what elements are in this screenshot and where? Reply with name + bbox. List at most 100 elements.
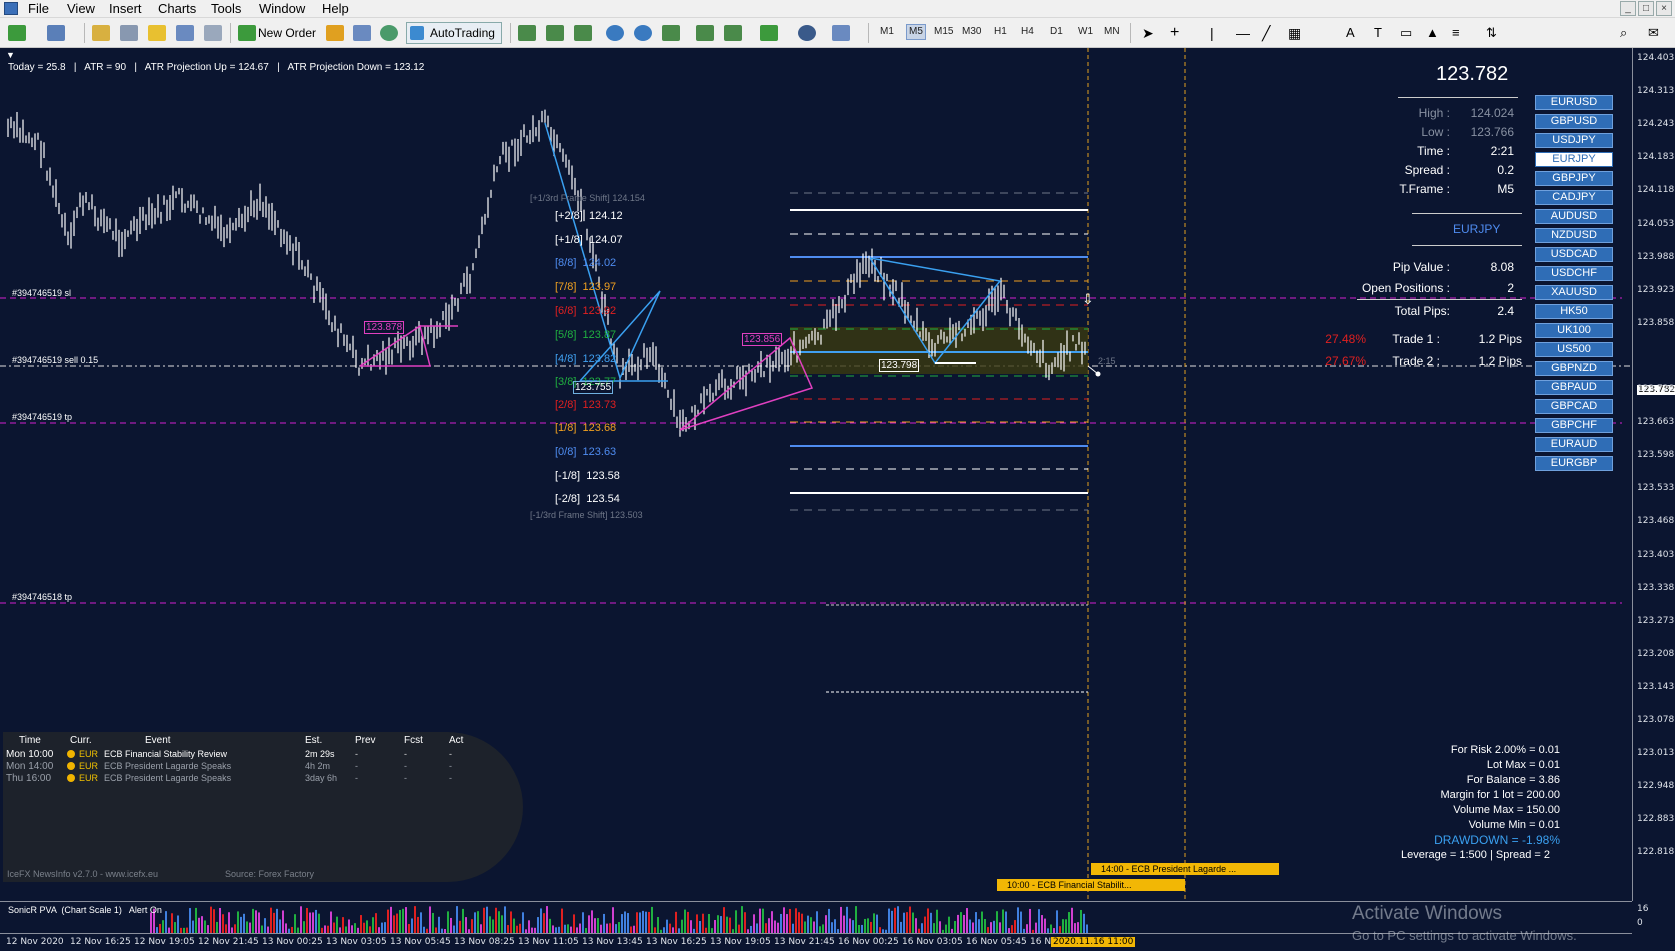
symbol-button-usdjpy[interactable]: USDJPY	[1535, 133, 1613, 148]
bar-chart-icon[interactable]	[518, 25, 536, 41]
signals-icon[interactable]	[353, 25, 371, 41]
symbol-button-eurusd[interactable]: EURUSD	[1535, 95, 1613, 110]
menu-insert[interactable]: Insert	[109, 1, 142, 16]
close-button[interactable]: ×	[1656, 1, 1672, 16]
symbol-button-usdchf[interactable]: USDCHF	[1535, 266, 1613, 281]
text-label-icon[interactable]: T	[1374, 22, 1382, 44]
spread-label: Spread :	[1404, 163, 1450, 177]
search-icon[interactable]: ⌕	[1620, 22, 1627, 44]
market-icon[interactable]	[380, 25, 398, 41]
symbol-button-us500[interactable]: US500	[1535, 342, 1613, 357]
symbol-button-uk100[interactable]: UK100	[1535, 323, 1613, 338]
label-icon[interactable]: ▭	[1400, 22, 1412, 44]
indicators-icon[interactable]	[760, 25, 778, 41]
zoom-out-icon[interactable]	[634, 25, 652, 41]
tf-w1[interactable]: W1	[1078, 26, 1093, 37]
volume-bar	[1056, 910, 1058, 933]
symbol-button-usdcad[interactable]: USDCAD	[1535, 247, 1613, 262]
news-header-currency: Curr.	[70, 735, 92, 746]
periods-icon[interactable]	[798, 25, 816, 41]
symbol-button-cadjpy[interactable]: CADJPY	[1535, 190, 1613, 205]
tf-d1[interactable]: D1	[1050, 26, 1063, 37]
strategy-tester-icon[interactable]	[204, 25, 222, 41]
symbol-button-nzdusd[interactable]: NZDUSD	[1535, 228, 1613, 243]
data-window-icon[interactable]	[120, 25, 138, 41]
trendline-icon[interactable]: ╱	[1262, 22, 1270, 44]
market-watch-icon[interactable]	[92, 25, 110, 41]
symbol-button-gbpjpy[interactable]: GBPJPY	[1535, 171, 1613, 186]
symbol-button-gbpusd[interactable]: GBPUSD	[1535, 114, 1613, 129]
symbol-button-gbpchf[interactable]: GBPCHF	[1535, 418, 1613, 433]
fib-icon[interactable]: ≡	[1452, 22, 1460, 44]
symbol-button-gbpaud[interactable]: GBPAUD	[1535, 380, 1613, 395]
symbol-button-gbpcad[interactable]: GBPCAD	[1535, 399, 1613, 414]
menu-tools[interactable]: Tools	[211, 1, 241, 16]
chart-dropdown-icon[interactable]: ▼	[6, 50, 15, 60]
volume-bar	[417, 916, 419, 933]
volume-bar	[909, 906, 911, 933]
menu-help[interactable]: Help	[322, 1, 349, 16]
volume-bar	[669, 923, 671, 933]
event-marker[interactable]: 14:00 - ECB President Lagarde ...	[1091, 863, 1279, 875]
symbol-button-hk50[interactable]: HK50	[1535, 304, 1613, 319]
pip-value-label: Pip Value :	[1392, 260, 1450, 274]
cursor-icon[interactable]: ➤	[1142, 22, 1154, 44]
chat-icon[interactable]: ✉	[1648, 22, 1659, 44]
symbol-button-euraud[interactable]: EURAUD	[1535, 437, 1613, 452]
line-chart-icon[interactable]	[574, 25, 592, 41]
tf-m30[interactable]: M30	[962, 26, 981, 37]
triangle-icon[interactable]: ▲	[1426, 22, 1439, 44]
volume-bar	[609, 923, 611, 933]
symbol-button-eurjpy[interactable]: EURJPY	[1535, 152, 1613, 167]
symbol-button-xauusd[interactable]: XAUUSD	[1535, 285, 1613, 300]
volume-bar	[1035, 922, 1037, 933]
order-line-label: #394746519 sell 0.15	[12, 355, 99, 365]
templates-icon[interactable]	[832, 25, 850, 41]
arrows-icon[interactable]: ⇅	[1486, 22, 1497, 44]
symbol-button-eurgbp[interactable]: EURGBP	[1535, 456, 1613, 471]
symbol-button-gbpnzd[interactable]: GBPNZD	[1535, 361, 1613, 376]
symbol-button-audusd[interactable]: AUDUSD	[1535, 209, 1613, 224]
menu-window[interactable]: Window	[259, 1, 305, 16]
profiles-icon[interactable]	[47, 25, 65, 41]
tf-m5[interactable]: M5	[906, 24, 926, 40]
price-tag: 123.878	[364, 321, 405, 334]
tf-m15[interactable]: M15	[934, 26, 953, 37]
activate-windows-title: Activate Windows	[1352, 903, 1502, 924]
tf-mn[interactable]: MN	[1104, 26, 1120, 37]
zoom-in-icon[interactable]	[606, 25, 624, 41]
volume-bar	[573, 914, 575, 933]
crosshair-icon[interactable]: +	[1170, 22, 1179, 44]
horizontal-line-icon[interactable]: —	[1236, 22, 1250, 44]
volume-bar	[234, 924, 236, 933]
minimize-button[interactable]: _	[1620, 1, 1636, 16]
new-chart-icon[interactable]	[8, 25, 26, 41]
restore-button[interactable]: □	[1638, 1, 1654, 16]
volume-bar	[1074, 923, 1076, 933]
navigator-icon[interactable]	[148, 25, 166, 41]
terminal-icon[interactable]	[176, 25, 194, 41]
chart-shift-icon[interactable]	[696, 25, 714, 41]
vertical-line-icon[interactable]: |	[1210, 22, 1214, 44]
price-tick: 122.818	[1637, 847, 1675, 858]
volume-bar	[1080, 909, 1082, 933]
menu-file[interactable]: File	[28, 1, 49, 16]
new-order-button[interactable]: New Order	[258, 22, 316, 44]
news-forecast: -	[404, 773, 407, 783]
volume-bar	[975, 912, 977, 933]
text-icon[interactable]: A	[1346, 22, 1355, 44]
metaeditor-icon[interactable]	[326, 25, 344, 41]
menu-view[interactable]: View	[67, 1, 95, 16]
channel-icon[interactable]: ▦	[1288, 22, 1301, 44]
tf-h4[interactable]: H4	[1021, 26, 1034, 37]
tf-m1[interactable]: M1	[880, 26, 894, 37]
autoscroll-icon[interactable]	[724, 25, 742, 41]
menu-charts[interactable]: Charts	[158, 1, 196, 16]
price-axis[interactable]: 124.403 124.313 124.243 124.183 124.118 124.0…	[1632, 48, 1675, 928]
app-icon[interactable]	[4, 2, 18, 15]
tf-h1[interactable]: H1	[994, 26, 1007, 37]
tile-windows-icon[interactable]	[662, 25, 680, 41]
candlestick-icon[interactable]	[546, 25, 564, 41]
event-marker[interactable]: 10:00 - ECB Financial Stabilit...	[997, 879, 1185, 891]
volume-bar	[735, 910, 737, 933]
